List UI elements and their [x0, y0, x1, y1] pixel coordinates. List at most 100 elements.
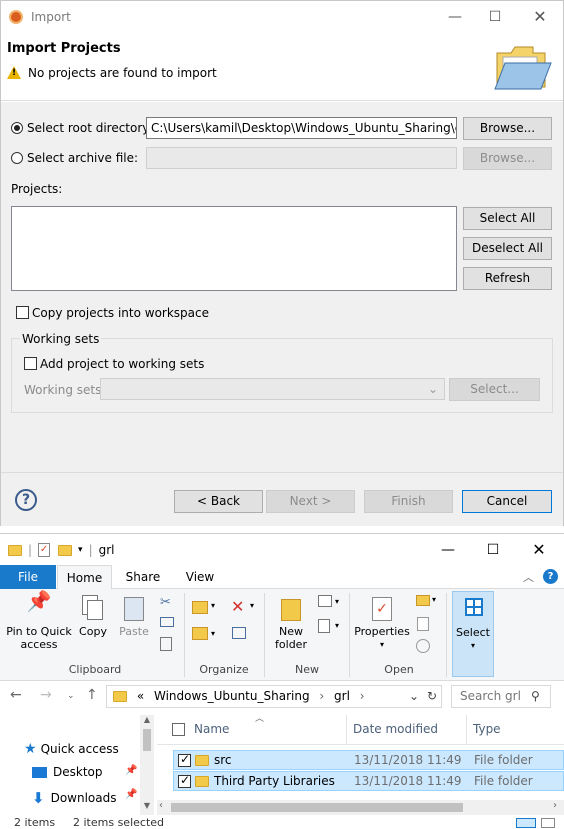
back-button[interactable]: < Back [174, 490, 263, 513]
large-icons-view-icon[interactable] [541, 818, 555, 828]
back-arrow-icon[interactable]: ← [10, 687, 22, 703]
horizontal-scrollbar[interactable]: ‹ › [157, 800, 564, 815]
column-date-modified[interactable]: Date modified [353, 722, 438, 736]
close-icon[interactable]: ✕ [528, 7, 552, 27]
properties-icon: ✓ [354, 595, 410, 625]
browse-root-button[interactable]: Browse... [463, 117, 552, 140]
chevron-down-icon: ▾ [211, 601, 216, 610]
tab-share[interactable]: Share [118, 565, 168, 589]
open-group-label: Open [384, 663, 414, 676]
import-dialog: Import — ☐ ✕ Import Projects ! No projec… [0, 0, 564, 526]
breadcrumb-separator-icon[interactable]: › [319, 689, 324, 703]
explorer-close-icon[interactable]: ✕ [527, 540, 551, 560]
quick-access-toolbar: | ✓ ▾ | grl [8, 540, 115, 560]
finish-button[interactable]: Finish [364, 490, 453, 513]
explorer-minimize-icon[interactable]: — [436, 540, 460, 560]
column-type[interactable]: Type [473, 722, 501, 736]
maximize-icon[interactable]: ☐ [483, 7, 507, 27]
root-directory-radio[interactable] [11, 122, 23, 134]
new-folder-icon [270, 595, 312, 625]
group-divider [184, 593, 185, 677]
working-sets-select-button[interactable]: Select... [449, 378, 540, 401]
folder-icon [8, 544, 22, 556]
wizard-body: Select root directory: C:\Users\kamil\De… [1, 102, 563, 526]
cancel-button[interactable]: Cancel [462, 490, 552, 513]
tab-home[interactable]: Home [57, 565, 112, 590]
pin-label-line1: Pin to Quick [6, 625, 72, 638]
rename-icon[interactable] [232, 627, 246, 639]
copy-button[interactable]: Copy [76, 595, 110, 638]
copy-path-icon[interactable] [160, 617, 174, 627]
properties-button[interactable]: ✓ Properties ▾ [354, 595, 410, 651]
refresh-icon[interactable]: ↻ [427, 686, 437, 707]
table-row[interactable]: src 13/11/2018 11:49 File folder [173, 750, 564, 770]
add-to-working-sets-checkbox[interactable] [24, 357, 37, 370]
refresh-button[interactable]: Refresh [463, 267, 552, 290]
nav-scrollbar[interactable]: ▲ ▼ [140, 715, 154, 815]
archive-file-radio[interactable] [11, 152, 23, 164]
row-checkbox[interactable] [178, 773, 191, 788]
pin-icon[interactable]: 📌 [125, 789, 137, 800]
history-icon[interactable] [416, 639, 430, 653]
projects-list[interactable] [11, 206, 457, 291]
breadcrumb-overflow[interactable]: « [137, 689, 144, 703]
new-folder-qa-icon[interactable] [58, 544, 73, 556]
breadcrumb-item[interactable]: grl [334, 689, 350, 703]
pin-icon: 📌 [26, 589, 52, 613]
new-item-icon[interactable] [318, 595, 332, 607]
breadcrumb-item[interactable]: Windows_Ubuntu_Sharing [154, 689, 310, 703]
next-button[interactable]: Next > [266, 490, 355, 513]
edit-icon[interactable] [417, 617, 429, 631]
delete-icon[interactable]: ✕ [231, 597, 244, 616]
pin-quick-access-button[interactable]: 📌 Pin to Quick access [4, 589, 74, 651]
nav-item-desktop[interactable]: Desktop [32, 765, 103, 779]
address-dropdown-icon[interactable]: ⌄ [409, 686, 419, 707]
select-button[interactable]: Select ▾ [452, 591, 494, 677]
chevron-down-icon: ▾ [335, 621, 340, 630]
up-arrow-icon[interactable]: ↑ [86, 687, 98, 703]
paste-button[interactable]: Paste [116, 595, 152, 638]
working-sets-group-label: Working sets [20, 332, 102, 346]
minimize-icon[interactable]: — [443, 7, 467, 27]
collapse-ribbon-icon[interactable]: ︿ [523, 569, 534, 585]
copy-into-workspace-checkbox[interactable] [16, 306, 29, 319]
breadcrumb-separator-icon[interactable]: › [360, 689, 365, 703]
paste-label: Paste [119, 625, 149, 638]
select-all-button[interactable]: Select All [463, 207, 552, 230]
tab-file[interactable]: File [0, 565, 56, 589]
cut-icon[interactable]: ✂ [160, 595, 171, 610]
dialog-titlebar: Import [1, 1, 563, 33]
copy-to-icon[interactable] [192, 627, 208, 640]
recent-locations-icon[interactable]: ⌄ [67, 691, 75, 701]
paste-shortcut-icon[interactable] [160, 637, 172, 651]
tab-view[interactable]: View [175, 565, 225, 589]
nav-item-quick-access[interactable]: ★ Quick access [24, 741, 119, 757]
nav-item-downloads[interactable]: ⬇ Downloads [32, 789, 116, 807]
select-all-checkbox[interactable] [172, 723, 185, 736]
status-item-count: 2 items [14, 816, 56, 829]
column-name[interactable]: Name [194, 722, 229, 736]
help-icon[interactable]: ? [543, 569, 558, 584]
row-date: 13/11/2018 11:49 [354, 753, 462, 767]
browse-archive-button[interactable]: Browse... [463, 147, 552, 170]
properties-qa-icon[interactable]: ✓ [38, 543, 51, 557]
address-bar-row: ← → ⌄ ↑ « Windows_Ubuntu_Sharing › grl ›… [0, 682, 564, 714]
easy-access-icon[interactable] [318, 619, 330, 633]
chevron-down-icon: ▾ [211, 629, 216, 638]
deselect-all-button[interactable]: Deselect All [463, 237, 552, 260]
help-icon[interactable]: ? [15, 489, 37, 511]
address-bar[interactable]: « Windows_Ubuntu_Sharing › grl › ⌄ ↻ [106, 685, 442, 708]
open-icon[interactable] [416, 595, 430, 606]
details-view-icon[interactable] [516, 818, 536, 828]
customize-qa-icon[interactable]: ▾ [78, 545, 83, 555]
row-checkbox[interactable] [178, 752, 191, 767]
explorer-maximize-icon[interactable]: ☐ [481, 540, 505, 560]
root-directory-input[interactable]: C:\Users\kamil\Desktop\Windows_Ubuntu_Sh… [146, 117, 457, 139]
pin-icon[interactable]: 📌 [125, 765, 137, 776]
table-row[interactable]: Third Party Libraries 13/11/2018 11:49 F… [173, 771, 564, 791]
row-date: 13/11/2018 11:49 [354, 774, 462, 788]
new-folder-button[interactable]: New folder [270, 595, 312, 651]
forward-arrow-icon[interactable]: → [40, 687, 52, 703]
move-to-icon[interactable] [192, 601, 208, 614]
folder-icon [195, 755, 209, 766]
